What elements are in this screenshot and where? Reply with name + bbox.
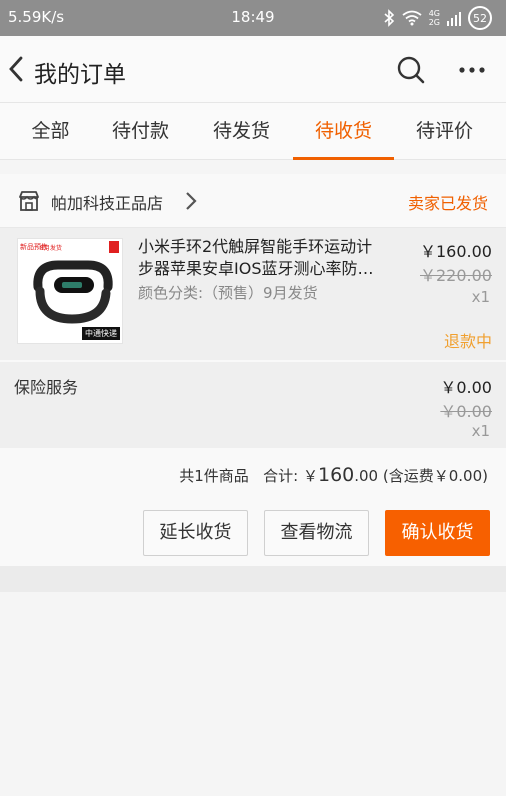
- top-nav-bar: 我的订单: [0, 36, 506, 102]
- shop-name[interactable]: 帕加科技正品店: [51, 190, 163, 214]
- network-type-top: 4G: [428, 9, 440, 18]
- product-title[interactable]: 小米手环2代触屏智能手环运动计步器苹果安卓IOS蓝牙测心率防…: [138, 236, 384, 280]
- insurance-price: ￥0.00: [440, 378, 492, 397]
- product-spec: 颜色分类:（预售）9月发货: [138, 284, 318, 302]
- list-divider: [0, 566, 506, 592]
- network-type: 4G 2G: [429, 9, 440, 27]
- signal-icon: [447, 12, 461, 26]
- thumb-badge: [109, 241, 119, 253]
- battery-icon: 52: [468, 6, 492, 30]
- tab-pending-review[interactable]: 待评价: [394, 103, 495, 160]
- total-currency: ￥: [302, 467, 318, 485]
- shipping-note: (含运费￥0.00): [382, 467, 488, 485]
- shop-row[interactable]: 帕加科技正品店 卖家已发货: [0, 174, 506, 228]
- product-quantity: x1: [471, 288, 490, 306]
- tab-pending-shipment[interactable]: 待发货: [191, 103, 292, 160]
- wifi-icon: [402, 10, 422, 26]
- product-price: ￥160.00: [420, 242, 492, 261]
- order-summary: 共1件商品 合计: ￥160.00 (含运费￥0.00): [179, 464, 488, 486]
- refund-status[interactable]: 退款中: [444, 328, 492, 352]
- order-tabs: 全部 待付款 待发货 待收货 待评价: [0, 102, 506, 160]
- view-logistics-button[interactable]: 查看物流: [264, 510, 369, 556]
- search-icon[interactable]: [396, 55, 426, 85]
- item-count: 共1件商品: [179, 467, 249, 485]
- order-item[interactable]: 新品预售 8月发货 中通快递 小米手环2代触屏智能手环运动计步器苹果安卓IOS蓝…: [0, 228, 506, 360]
- status-icons: 4G 2G 52: [383, 6, 492, 30]
- tab-pending-receipt[interactable]: 待收货: [293, 103, 394, 160]
- tab-all[interactable]: 全部: [0, 103, 101, 160]
- total-label: 合计:: [263, 467, 299, 485]
- network-type-bottom: 2G: [428, 18, 440, 27]
- confirm-receipt-button[interactable]: 确认收货: [385, 510, 490, 556]
- total-amount-dec: .00: [354, 467, 379, 485]
- back-arrow-icon[interactable]: [4, 53, 30, 85]
- extend-receipt-button[interactable]: 延长收货: [143, 510, 248, 556]
- product-original-price: ￥220.00: [420, 266, 492, 285]
- tab-pending-payment[interactable]: 待付款: [90, 103, 191, 160]
- insurance-row: 保险服务 ￥0.00 ￥0.00 x1: [0, 362, 506, 448]
- product-thumbnail[interactable]: 新品预售 8月发货 中通快递: [17, 238, 123, 344]
- insurance-quantity: x1: [471, 422, 490, 440]
- fitness-band-image: [33, 260, 113, 324]
- chevron-right-icon: [186, 192, 197, 210]
- more-dots-icon[interactable]: [458, 60, 486, 80]
- insurance-label: 保险服务: [14, 378, 79, 397]
- insurance-original-price: ￥0.00: [440, 402, 492, 421]
- order-status: 卖家已发货: [407, 194, 488, 213]
- thumb-courier: 中通快递: [82, 327, 120, 340]
- status-bar: 5.59K/s 18:49 4G 2G 52: [0, 0, 506, 36]
- page-title: 我的订单: [34, 62, 126, 88]
- thumb-tag-ship: 8月发货: [40, 245, 62, 252]
- store-icon: [19, 191, 39, 211]
- order-card: 帕加科技正品店 卖家已发货 新品预售 8月发货 中通快递 小米手环2代触屏智能手…: [0, 174, 506, 566]
- bluetooth-icon: [384, 9, 394, 27]
- total-amount-int: 160: [317, 464, 355, 486]
